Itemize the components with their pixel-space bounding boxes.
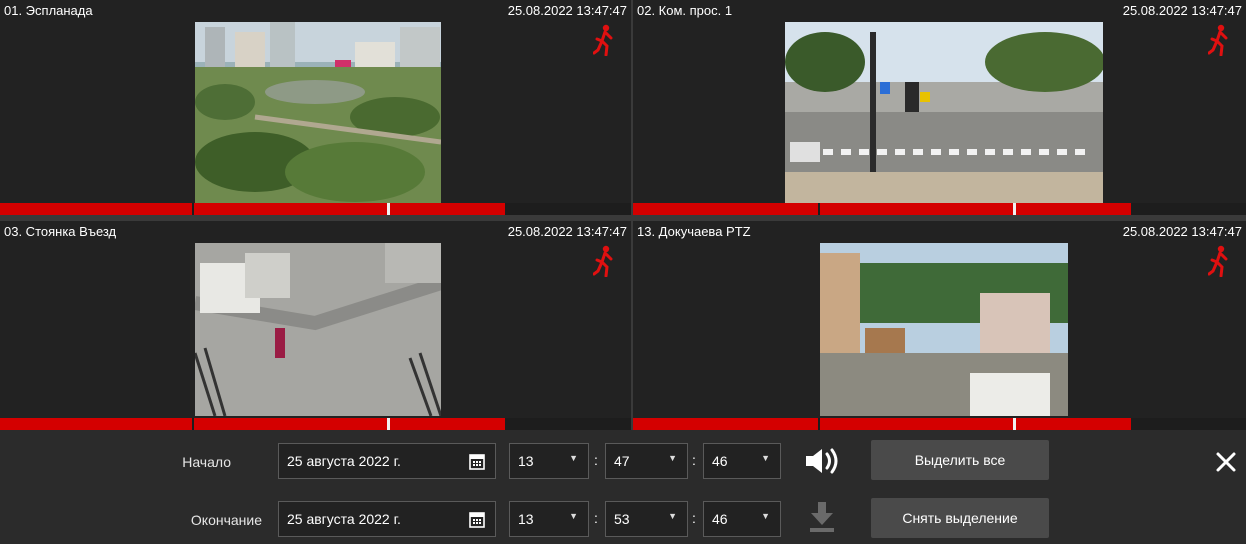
- camera-timestamp: 25.08.2022 13:47:47: [507, 224, 627, 239]
- start-minute-select[interactable]: 47 ▼: [605, 443, 688, 479]
- time-separator: :: [692, 452, 696, 468]
- time-separator: :: [692, 510, 696, 526]
- video-feed: [195, 22, 441, 203]
- dropdown-arrow-icon: ▼: [668, 453, 677, 463]
- camera-name: 03. Стоянка Въезд: [4, 224, 117, 239]
- camera-name: 13. Докучаева PTZ: [637, 224, 751, 239]
- end-date-field[interactable]: 25 августа 2022 г.: [278, 501, 496, 537]
- dropdown-arrow-icon: ▼: [761, 511, 770, 521]
- time-separator: :: [594, 452, 598, 468]
- end-second-select[interactable]: 46 ▼: [703, 501, 781, 537]
- camera-tile-4[interactable]: 13. Докучаева PTZ 25.08.2022 13:47:47: [633, 221, 1246, 430]
- running-person-icon: [593, 245, 613, 277]
- start-label: Начало: [182, 454, 231, 470]
- video-feed: [820, 243, 1068, 416]
- start-date-field[interactable]: 25 августа 2022 г.: [278, 443, 496, 479]
- end-hour-select[interactable]: 13 ▼: [509, 501, 589, 537]
- export-panel: Начало 25 августа 2022 г. 13 ▼ : 47 ▼ : …: [0, 430, 1246, 544]
- recording-timeline[interactable]: [0, 418, 631, 430]
- recording-timeline[interactable]: [0, 203, 631, 215]
- camera-name: 01. Эспланада: [4, 3, 93, 18]
- camera-timestamp: 25.08.2022 13:47:47: [1122, 224, 1242, 239]
- camera-name: 02. Ком. прос. 1: [637, 3, 733, 18]
- video-feed: [785, 22, 1103, 203]
- start-second-select[interactable]: 46 ▼: [703, 443, 781, 479]
- camera-tile-1[interactable]: 01. Эспланада 25.08.2022 13:47:47: [0, 0, 631, 215]
- recording-timeline[interactable]: [633, 418, 1246, 430]
- camera-tile-3[interactable]: 03. Стоянка Въезд 25.08.2022 13:47:47: [0, 221, 631, 430]
- time-separator: :: [594, 510, 598, 526]
- running-person-icon: [1208, 245, 1228, 277]
- video-feed: [195, 243, 441, 416]
- camera-grid: 01. Эспланада 25.08.2022 13:47:47 02. Ко…: [0, 0, 1246, 430]
- dropdown-arrow-icon: ▼: [668, 511, 677, 521]
- calendar-icon[interactable]: [469, 511, 485, 528]
- calendar-icon[interactable]: [469, 453, 485, 470]
- end-minute-select[interactable]: 53 ▼: [605, 501, 688, 537]
- camera-timestamp: 25.08.2022 13:47:47: [507, 3, 627, 18]
- select-all-button[interactable]: Выделить все: [871, 440, 1049, 480]
- deselect-button[interactable]: Снять выделение: [871, 498, 1049, 538]
- running-person-icon: [593, 24, 613, 56]
- volume-icon[interactable]: [804, 447, 842, 475]
- recording-timeline[interactable]: [633, 203, 1246, 215]
- close-icon[interactable]: [1215, 451, 1237, 473]
- running-person-icon: [1208, 24, 1228, 56]
- download-icon[interactable]: [808, 500, 836, 534]
- camera-tile-2[interactable]: 02. Ком. прос. 1 25.08.2022 13:47:47: [633, 0, 1246, 215]
- start-hour-select[interactable]: 13 ▼: [509, 443, 589, 479]
- dropdown-arrow-icon: ▼: [569, 511, 578, 521]
- dropdown-arrow-icon: ▼: [569, 453, 578, 463]
- dropdown-arrow-icon: ▼: [761, 453, 770, 463]
- end-label: Окончание: [190, 512, 262, 528]
- camera-timestamp: 25.08.2022 13:47:47: [1122, 3, 1242, 18]
